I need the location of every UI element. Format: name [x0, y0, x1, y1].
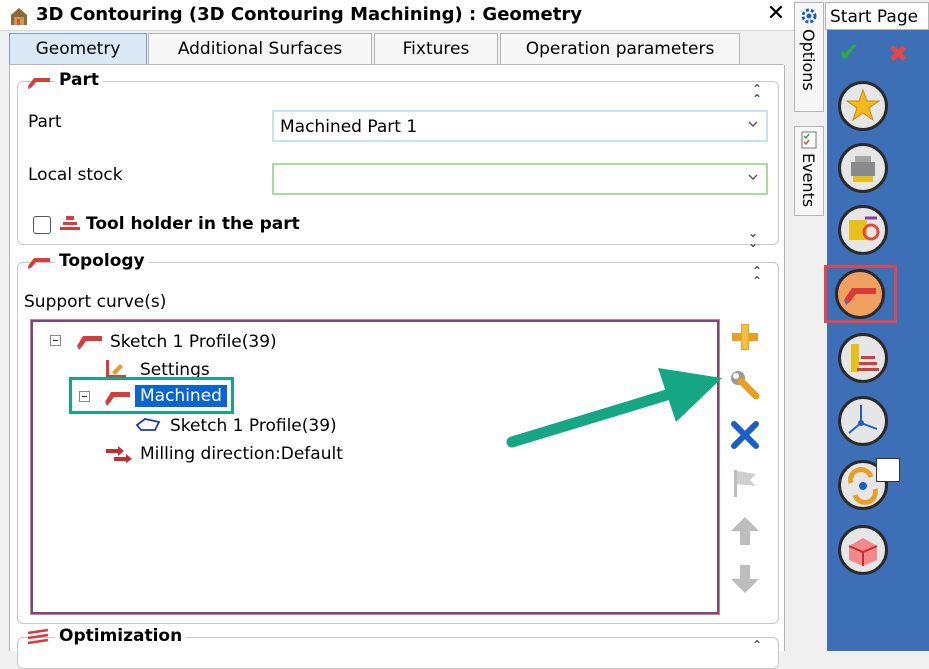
tab-fixtures[interactable]: Fixtures — [374, 33, 498, 64]
local-stock-label: Local stock — [28, 165, 123, 185]
events-tab[interactable]: Events — [794, 126, 824, 216]
flag-icon[interactable] — [728, 466, 762, 500]
tool-holder-expand-button[interactable]: ⌄ ⌄ — [745, 227, 761, 249]
curve-outline-icon — [135, 418, 161, 431]
arrow-up-icon[interactable] — [728, 514, 762, 548]
add-icon[interactable] — [728, 320, 762, 354]
title-bar: 3D Contouring (3D Contouring Machining) … — [0, 0, 794, 31]
tool-icon — [851, 156, 875, 182]
machined-icon — [105, 392, 130, 406]
strategy-button[interactable] — [838, 205, 888, 255]
chevron-down-icon — [748, 174, 758, 180]
chevron-down-icon — [748, 121, 758, 127]
checklist-icon — [801, 131, 817, 149]
tab-operation-parameters[interactable]: Operation parameters — [500, 33, 740, 64]
part-label: Part — [28, 112, 62, 132]
optimization-collapse-button[interactable]: ⌃ — [749, 639, 765, 651]
tree-item-machined[interactable]: Machined — [135, 385, 227, 407]
tree-expander[interactable] — [79, 391, 90, 402]
delete-icon[interactable] — [728, 418, 762, 452]
stock-button[interactable] — [838, 525, 888, 575]
topology-group-title: Topology — [55, 251, 149, 271]
part-group-title: Part — [55, 70, 103, 90]
options-tab[interactable]: Options — [794, 2, 824, 112]
profile-3d-icon — [77, 336, 102, 350]
gear-icon — [801, 8, 817, 24]
arrow-down-icon[interactable] — [728, 562, 762, 596]
geometry-icon — [844, 288, 876, 305]
local-stock-select[interactable] — [272, 163, 768, 195]
tab-additional-surfaces[interactable]: Additional Surfaces — [148, 33, 372, 64]
part-group-icon — [28, 78, 50, 89]
window-title: 3D Contouring (3D Contouring Machining) … — [36, 4, 582, 25]
axis-button[interactable] — [838, 396, 888, 446]
close-button[interactable]: ✕ — [764, 1, 788, 27]
tool-button[interactable] — [838, 143, 888, 193]
stock-icon — [848, 538, 878, 566]
checkbox-square-icon — [876, 458, 900, 482]
part-select-value: Machined Part 1 — [280, 117, 418, 137]
optimization-group-title: Optimization — [55, 626, 187, 646]
tree-item-milling-direction[interactable]: Milling direction:Default — [140, 444, 343, 464]
start-page-tab[interactable]: Start Page — [825, 2, 929, 30]
axis-icon — [848, 405, 878, 434]
ok-button[interactable]: ✔ — [838, 38, 860, 68]
cancel-button[interactable]: ✖ — [888, 40, 908, 68]
part-collapse-button[interactable]: ⌃ ⌃ — [749, 83, 765, 105]
milling-direction-icon — [106, 446, 132, 463]
tree-item-sketch-profile[interactable]: Sketch 1 Profile(39) — [110, 332, 277, 352]
holder-button[interactable] — [838, 333, 888, 383]
events-tab-label: Events — [799, 153, 818, 208]
geometry-button[interactable] — [835, 269, 885, 319]
optimization-group-icon — [27, 628, 49, 645]
tool-holder-label[interactable]: Tool holder in the part — [86, 214, 300, 234]
strategy-icon — [849, 216, 880, 241]
topology-collapse-button[interactable]: ⌃ ⌃ — [749, 265, 765, 287]
support-curves-label: Support curve(s) — [24, 292, 167, 312]
star-icon — [845, 88, 881, 122]
wrench-icon[interactable] — [728, 368, 762, 402]
app-logo-icon — [11, 8, 27, 25]
tool-holder-checkbox[interactable] — [33, 216, 51, 234]
options-tab-label: Options — [799, 29, 818, 91]
tree-expander[interactable] — [50, 335, 61, 346]
tool-holder-icon — [60, 216, 80, 230]
holder-icon — [851, 344, 879, 372]
tree-item-sketch-profile-child[interactable]: Sketch 1 Profile(39) — [170, 416, 337, 436]
topology-group-icon — [28, 258, 50, 269]
part-select[interactable]: Machined Part 1 — [272, 110, 768, 142]
favorites-button[interactable] — [838, 81, 888, 131]
annotation-arrow — [506, 368, 722, 448]
tab-geometry[interactable]: Geometry — [9, 33, 147, 64]
